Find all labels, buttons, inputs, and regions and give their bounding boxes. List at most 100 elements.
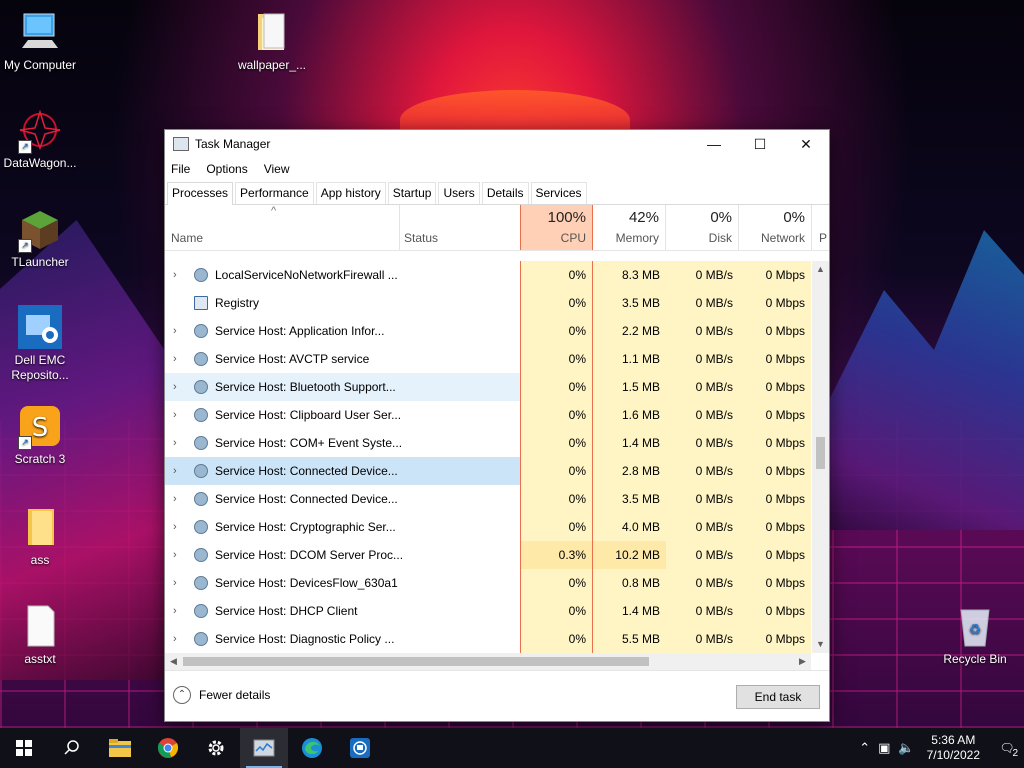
menu-view[interactable]: View: [264, 162, 290, 176]
desktop-icon-wallpaper[interactable]: wallpaper_...: [232, 10, 312, 73]
taskbar-remote-desktop[interactable]: [336, 728, 384, 768]
folder-icon: [250, 10, 294, 54]
column-cpu[interactable]: 100% CPU: [520, 205, 593, 250]
column-status-label: Status: [404, 231, 439, 245]
taskbar-settings[interactable]: [192, 728, 240, 768]
process-network: 0 Mbps: [739, 597, 811, 625]
registry-icon: [194, 296, 208, 310]
expand-chevron-icon[interactable]: ›: [173, 373, 183, 401]
taskbar-edge[interactable]: [288, 728, 336, 768]
process-disk: 0 MB/s: [666, 485, 739, 513]
edge-icon: [302, 738, 322, 758]
tab-users[interactable]: Users: [438, 182, 480, 204]
remote-desktop-icon: [350, 738, 370, 758]
volume-icon[interactable]: 🔈: [898, 740, 914, 756]
desktop-icon-dell-emc[interactable]: Dell EMC Reposito...: [0, 305, 80, 383]
process-row[interactable]: › LocalServiceNoNetworkFirewall ... 0% 8.3 …: [165, 261, 811, 289]
process-name: Service Host: AVCTP service: [215, 352, 370, 366]
process-row[interactable]: › Service Host: Connected Device... 0% 3.5 …: [165, 485, 811, 513]
process-row[interactable]: › Service Host: Connected Device... 0% 2.8 …: [165, 457, 811, 485]
taskbar-file-explorer[interactable]: [96, 728, 144, 768]
taskbar-chrome[interactable]: [144, 728, 192, 768]
menu-options[interactable]: Options: [206, 162, 247, 176]
scrollbar-thumb[interactable]: [183, 657, 649, 666]
gear-icon: [194, 604, 208, 618]
process-memory: 4.0 MB: [593, 513, 666, 541]
tab-startup[interactable]: Startup: [387, 182, 437, 204]
expand-chevron-icon[interactable]: ›: [173, 345, 183, 373]
process-row[interactable]: › Service Host: AVCTP service 0% 1.1 MB 0 MB…: [165, 345, 811, 373]
expand-chevron-icon[interactable]: ›: [173, 401, 183, 429]
process-name: Service Host: Application Infor...: [215, 324, 385, 338]
process-cpu: 0%: [520, 345, 593, 373]
expand-chevron-icon[interactable]: ›: [173, 513, 183, 541]
menu-file[interactable]: File: [171, 162, 190, 176]
column-power-partial[interactable]: P: [813, 205, 829, 250]
maximize-button[interactable]: ☐: [737, 130, 783, 158]
process-row[interactable]: › Service Host: DCOM Server Proc... 0.3% 10…: [165, 541, 811, 569]
column-name[interactable]: ^ Name: [165, 205, 400, 250]
tab-app-history[interactable]: App history: [315, 182, 386, 204]
expand-chevron-icon[interactable]: ›: [173, 261, 183, 289]
process-row[interactable]: › Service Host: Cryptographic Ser... 0% 4.0…: [165, 513, 811, 541]
expand-chevron-icon[interactable]: ›: [173, 625, 183, 653]
desktop-icon-scratch[interactable]: S ↗ Scratch 3: [0, 404, 80, 467]
scrollbar-thumb[interactable]: [816, 437, 825, 469]
column-memory[interactable]: 42% Memory: [593, 205, 666, 250]
desktop-icon-recycle-bin[interactable]: ♻ Recycle Bin: [935, 604, 1015, 667]
desktop-icon-my-computer[interactable]: My Computer: [0, 10, 80, 73]
taskbar: ⌃ ▣ 🔈 5:36 AM 7/10/2022 🗨 2: [0, 728, 1024, 768]
process-network: 0 Mbps: [739, 625, 811, 653]
scroll-down-icon[interactable]: ▼: [812, 636, 829, 653]
expand-chevron-icon[interactable]: ›: [173, 541, 183, 569]
process-disk: 0 MB/s: [666, 401, 739, 429]
process-row[interactable]: › Service Host: COM+ Event Syste... 0% 1.4 …: [165, 429, 811, 457]
end-task-button[interactable]: End task: [736, 685, 820, 709]
minimize-button[interactable]: —: [691, 130, 737, 158]
scroll-right-icon[interactable]: ▶: [794, 653, 811, 670]
expand-chevron-icon[interactable]: ›: [173, 569, 183, 597]
tab-services[interactable]: Services: [530, 182, 587, 204]
clock[interactable]: 5:36 AM 7/10/2022: [927, 733, 980, 763]
tray-overflow-chevron-icon[interactable]: ⌃: [859, 740, 870, 756]
process-list: › LocalServiceNoNetworkFirewall ... 0% 8.3 …: [165, 261, 811, 653]
column-status[interactable]: Status: [400, 205, 520, 250]
search-button[interactable]: [48, 728, 96, 768]
process-row[interactable]: Registry 0% 3.5 MB 0 MB/s 0 Mbps: [165, 289, 811, 317]
column-header: ^ Name Status 100% CPU 42% Memory 0% Dis…: [165, 205, 829, 251]
expand-chevron-icon[interactable]: ›: [173, 485, 183, 513]
tab-performance[interactable]: Performance: [235, 182, 314, 204]
process-row[interactable]: › Service Host: DevicesFlow_630a1 0% 0.8 MB…: [165, 569, 811, 597]
title-bar[interactable]: Task Manager — ☐ ✕: [165, 130, 829, 158]
process-row[interactable]: › Service Host: DHCP Client 0% 1.4 MB 0 MB/s…: [165, 597, 811, 625]
network-icon[interactable]: ▣: [878, 740, 890, 756]
expand-chevron-icon[interactable]: ›: [173, 457, 183, 485]
process-row[interactable]: › Service Host: Bluetooth Support... 0% 1.5…: [165, 373, 811, 401]
close-button[interactable]: ✕: [783, 130, 829, 158]
tab-details[interactable]: Details: [481, 182, 529, 204]
process-row[interactable]: › Service Host: Application Infor... 0% 2.2…: [165, 317, 811, 345]
column-network[interactable]: 0% Network: [739, 205, 812, 250]
tab-processes[interactable]: Processes: [167, 182, 234, 205]
vertical-scrollbar[interactable]: ▲ ▼: [812, 261, 829, 653]
column-disk[interactable]: 0% Disk: [666, 205, 739, 250]
desktop-icon-asstxt[interactable]: asstxt: [0, 604, 80, 667]
expand-chevron-icon[interactable]: ›: [173, 317, 183, 345]
process-row[interactable]: › Service Host: Clipboard User Ser... 0% 1.…: [165, 401, 811, 429]
notification-center-button[interactable]: 🗨 2: [990, 741, 1024, 759]
fewer-details-button[interactable]: ⌃ Fewer details: [173, 686, 270, 704]
scroll-left-icon[interactable]: ◀: [165, 653, 182, 670]
expand-chevron-icon[interactable]: ›: [173, 429, 183, 457]
expand-chevron-icon[interactable]: ›: [173, 597, 183, 625]
scratch-icon: S ↗: [18, 404, 62, 450]
scroll-up-icon[interactable]: ▲: [812, 261, 829, 278]
recycle-bin-icon: ♻: [953, 604, 997, 648]
desktop-icon-ass[interactable]: ass: [0, 505, 80, 568]
process-row[interactable]: › Service Host: Diagnostic Policy ... 0% 5.…: [165, 625, 811, 653]
desktop-icon-tlauncher[interactable]: ↗ TLauncher: [0, 207, 80, 270]
horizontal-scrollbar[interactable]: ◀ ▶: [165, 653, 811, 670]
taskbar-task-manager[interactable]: [240, 728, 288, 768]
start-button[interactable]: [0, 728, 48, 768]
desktop-icon-datawagon[interactable]: ↗ DataWagon...: [0, 108, 80, 171]
process-memory: 1.4 MB: [593, 429, 666, 457]
